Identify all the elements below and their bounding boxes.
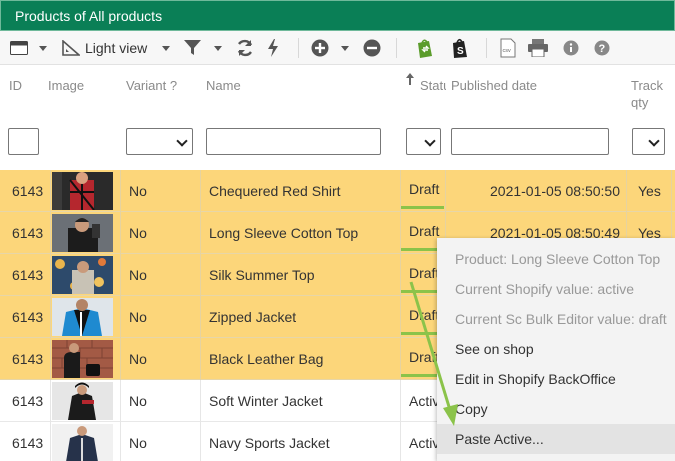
context-item-copy[interactable]: Copy — [437, 394, 675, 424]
context-item-paste-active[interactable]: Paste Active... — [437, 424, 675, 454]
lightning-icon[interactable] — [267, 31, 279, 65]
light-view-label: Light view — [85, 40, 148, 56]
product-thumbnail — [52, 214, 113, 252]
id-cell: 6143 — [12, 183, 44, 199]
columns-dropdown-icon[interactable] — [39, 31, 47, 65]
id-cell: 6143 — [12, 225, 44, 241]
status-cell[interactable]: Active — [409, 380, 437, 422]
variant-cell: No — [129, 267, 147, 283]
shopify-bag-icon[interactable]: S — [450, 31, 470, 65]
help-icon[interactable]: ? — [594, 31, 610, 65]
context-item-product-name: Product: Long Sleeve Cotton Top — [455, 251, 661, 267]
print-icon[interactable] — [528, 31, 548, 65]
column-header-track-qty[interactable]: Track qty — [631, 77, 663, 111]
svg-text:S: S — [457, 46, 464, 57]
svg-text:?: ? — [599, 43, 606, 55]
add-dropdown-icon[interactable] — [341, 31, 349, 65]
context-menu: Product: Long Sleeve Cotton Top Current … — [437, 238, 675, 461]
toolbar-divider — [298, 38, 299, 58]
toolbar: Light view S csv ? — [0, 31, 675, 65]
product-thumbnail — [52, 382, 113, 420]
variant-cell: No — [129, 351, 147, 367]
name-filter-input[interactable] — [206, 128, 381, 155]
add-icon[interactable] — [311, 31, 329, 65]
column-header-id[interactable]: ID — [9, 77, 22, 94]
id-cell: 6143 — [12, 309, 44, 325]
grid-title-bar: Products of All products — [0, 0, 675, 31]
name-cell: Silk Summer Top — [209, 267, 315, 283]
column-header-variant[interactable]: Variant ? — [126, 77, 177, 94]
name-cell: Chequered Red Shirt — [209, 183, 341, 199]
track-label: Track — [631, 78, 664, 93]
toolbar-divider — [486, 38, 487, 58]
remove-icon[interactable] — [363, 31, 381, 65]
variant-filter-select[interactable] — [126, 128, 193, 155]
name-cell: Zipped Jacket — [209, 309, 297, 325]
product-thumbnail — [52, 298, 113, 336]
table-row[interactable]: 6143 No Chequered Red Shirt Draft 2021-0… — [0, 170, 675, 212]
context-item-edit-in-backoffice[interactable]: Edit in Shopify BackOffice — [437, 364, 675, 394]
variant-cell: No — [129, 183, 147, 199]
variant-cell: No — [129, 393, 147, 409]
svg-text:csv: csv — [503, 48, 512, 54]
status-filter-select[interactable] — [406, 128, 441, 155]
filter-icon[interactable] — [184, 31, 201, 65]
csv-export-icon[interactable]: csv — [500, 31, 516, 65]
columns-layout-icon[interactable] — [10, 31, 28, 65]
light-view-button[interactable]: Light view — [62, 31, 147, 65]
product-thumbnail — [52, 340, 113, 378]
product-thumbnail — [52, 424, 113, 461]
name-cell: Long Sleeve Cotton Top — [209, 225, 359, 241]
id-cell: 6143 — [12, 435, 44, 451]
sort-up-arrow-icon[interactable] — [405, 72, 415, 89]
info-icon[interactable] — [563, 31, 579, 65]
status-indicator — [401, 206, 444, 209]
id-filter-input[interactable] — [8, 128, 39, 155]
id-cell: 6143 — [12, 351, 44, 367]
grid-title: Products of All products — [15, 8, 163, 24]
context-item-see-on-shop[interactable]: See on shop — [437, 334, 675, 364]
track-qty-cell: Yes — [638, 183, 661, 199]
published-date-filter-input[interactable] — [451, 128, 609, 155]
status-cell[interactable]: Active — [409, 422, 437, 461]
name-cell: Soft Winter Jacket — [209, 393, 323, 409]
column-header-image[interactable]: Image — [48, 77, 84, 94]
context-item-editor-value: Current Sc Bulk Editor value: draft — [455, 311, 667, 327]
chevron-down-icon — [648, 135, 660, 147]
track-qty-filter-select[interactable] — [632, 128, 665, 155]
column-header-published-date[interactable]: Published date — [451, 77, 537, 94]
name-cell: Black Leather Bag — [209, 351, 324, 367]
context-item-shopify-value: Current Shopify value: active — [455, 281, 634, 297]
qty-label: qty — [631, 95, 649, 110]
refresh-icon[interactable] — [236, 31, 254, 65]
variant-cell: No — [129, 225, 147, 241]
shopify-sync-icon[interactable] — [414, 31, 436, 65]
product-thumbnail — [52, 256, 113, 294]
name-cell: Navy Sports Jacket — [209, 435, 330, 451]
view-dropdown-icon[interactable] — [162, 31, 170, 65]
id-cell: 6143 — [12, 393, 44, 409]
id-cell: 6143 — [12, 267, 44, 283]
filter-dropdown-icon[interactable] — [214, 31, 222, 65]
grid-header: ID Image Variant ? Name Statu Published … — [0, 65, 675, 162]
chevron-down-icon — [424, 135, 436, 147]
variant-cell: No — [129, 309, 147, 325]
column-header-status[interactable]: Statu — [420, 77, 446, 94]
column-header-name[interactable]: Name — [206, 77, 241, 94]
chevron-down-icon — [176, 135, 188, 147]
product-thumbnail — [52, 172, 113, 210]
ruler-icon — [62, 40, 80, 56]
published-date-cell: 2021-01-05 08:50:50 — [490, 183, 620, 199]
variant-cell: No — [129, 435, 147, 451]
toolbar-divider — [396, 38, 397, 58]
